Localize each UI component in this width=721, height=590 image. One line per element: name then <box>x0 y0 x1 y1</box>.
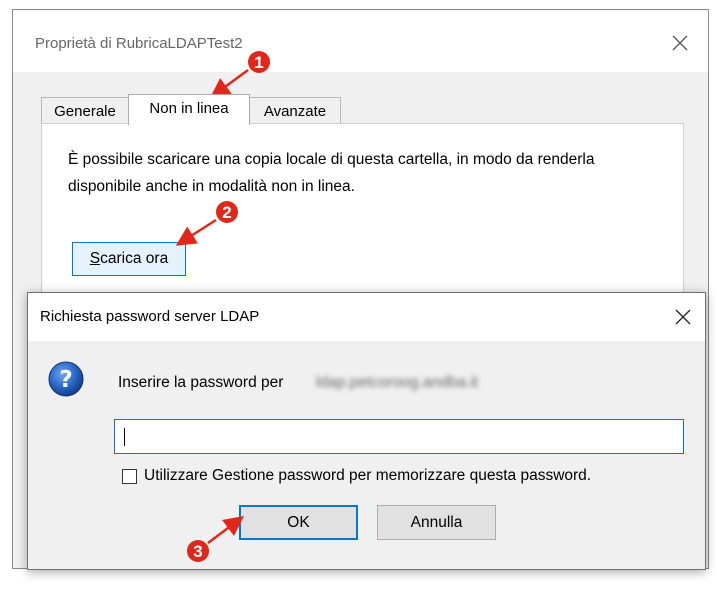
close-icon[interactable] <box>667 301 699 333</box>
question-icon: ? <box>48 361 84 397</box>
ok-label: OK <box>287 513 310 531</box>
cancel-button[interactable]: Annulla <box>377 505 496 540</box>
download-mnemonic: S <box>89 250 101 267</box>
tab-non-in-linea[interactable]: Non in linea <box>128 94 250 125</box>
remember-password-option[interactable]: Utilizzare Gestione password per memoriz… <box>122 467 591 485</box>
server-address-blurred: ldap.petcoroog.andba.it <box>316 374 479 391</box>
tab-avanzate[interactable]: Avanzate <box>249 97 341 124</box>
close-icon[interactable] <box>662 25 698 61</box>
cancel-label: Annulla <box>410 513 463 531</box>
tab-label: Avanzate <box>263 103 327 120</box>
properties-title: Proprietà di RubricaLDAPTest2 <box>35 35 243 52</box>
tab-label: Generale <box>54 103 116 120</box>
offline-description: È possibile scaricare una copia locale d… <box>68 151 595 195</box>
properties-titlebar[interactable]: Proprietà di RubricaLDAPTest2 <box>13 10 708 72</box>
ok-button[interactable]: OK <box>239 505 358 540</box>
svg-text:?: ? <box>59 367 72 393</box>
ldap-password-dialog: Richiesta password server LDAP ? Inserir… <box>27 292 706 570</box>
tab-generale[interactable]: Generale <box>41 97 129 124</box>
password-input[interactable] <box>114 419 684 454</box>
ldap-dialog-title: Richiesta password server LDAP <box>40 308 260 325</box>
password-prompt: Inserire la password per <box>118 374 284 391</box>
text-caret <box>124 428 125 446</box>
ldap-titlebar[interactable]: Richiesta password server LDAP <box>28 293 705 341</box>
download-now-button[interactable]: Scarica ora <box>72 242 186 276</box>
tab-label: Non in linea <box>149 100 229 117</box>
download-label: carica ora <box>100 250 169 267</box>
remember-password-label: Utilizzare Gestione password per memoriz… <box>144 467 592 484</box>
remember-password-checkbox[interactable] <box>122 468 137 484</box>
